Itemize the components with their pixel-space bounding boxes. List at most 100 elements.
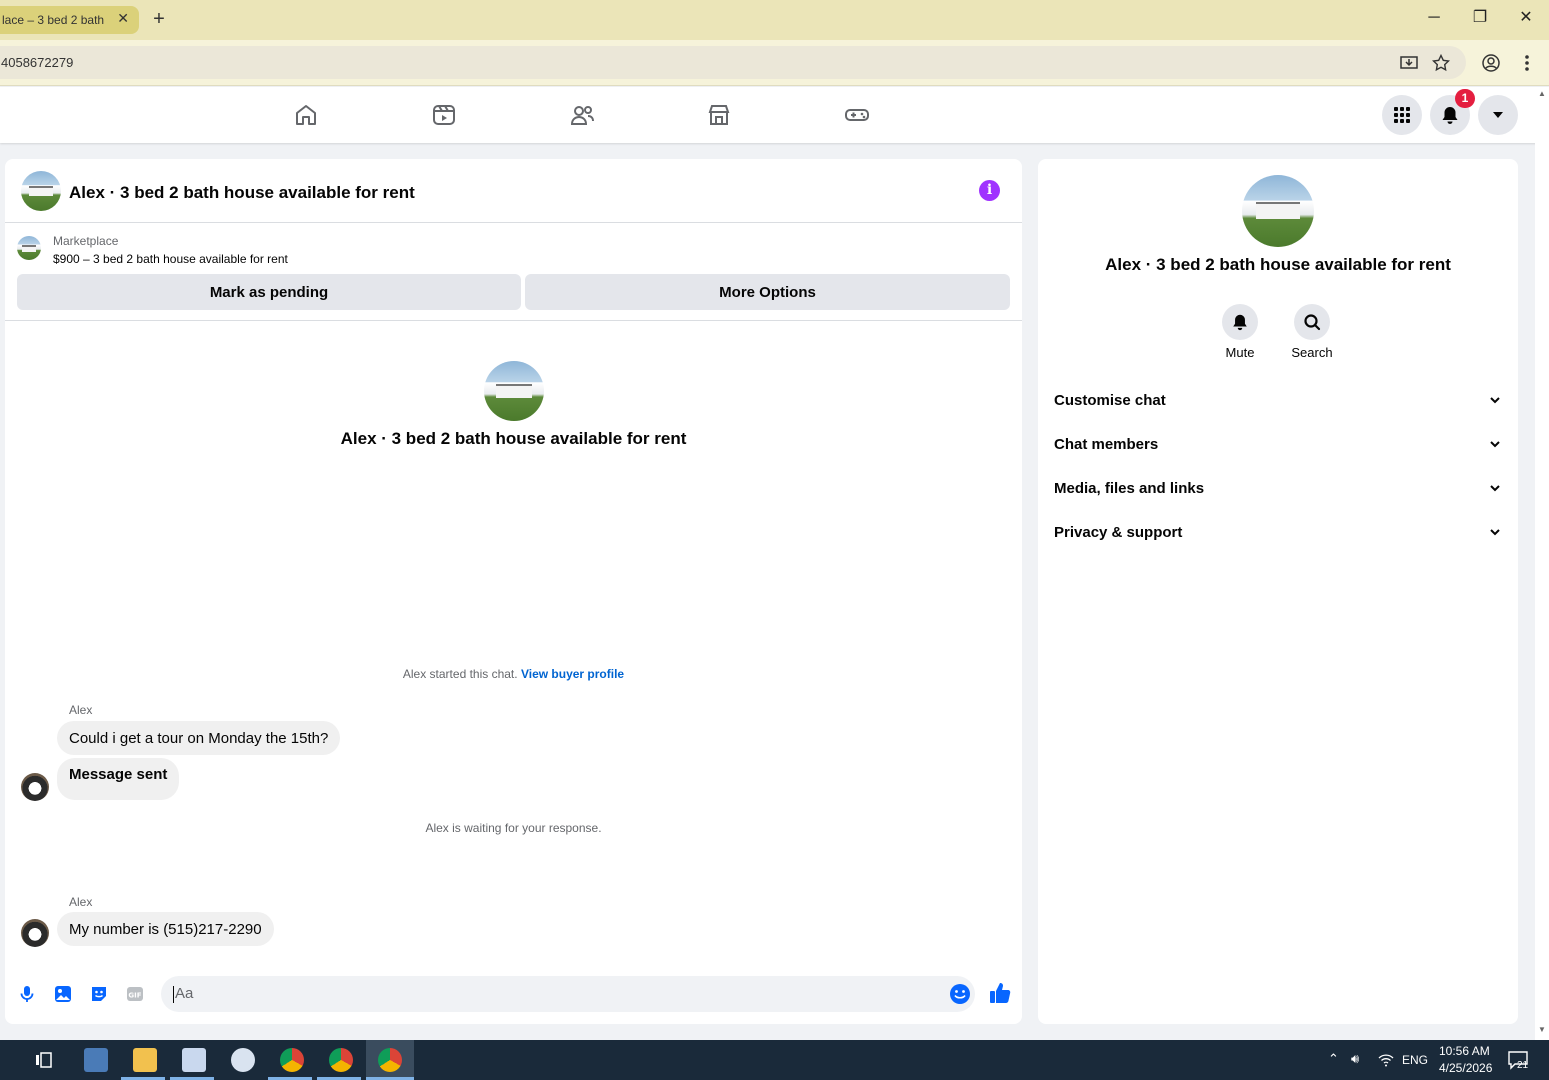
url-text: 4058672279 xyxy=(1,55,74,70)
message-sender: Alex xyxy=(69,703,93,717)
chat-panel: Alex · 3 bed 2 bath house available for … xyxy=(5,159,1022,1024)
message-input-placeholder: Aa xyxy=(175,985,194,1002)
mute-button[interactable] xyxy=(1222,304,1258,340)
scroll-up-arrow-icon[interactable]: ▲ xyxy=(1538,89,1546,98)
privacy-support-section[interactable]: Privacy & support xyxy=(1054,520,1502,544)
info-icon[interactable]: i xyxy=(979,180,1000,201)
listing-title[interactable]: $900 – 3 bed 2 bath house available for … xyxy=(53,252,288,266)
wifi-icon[interactable] xyxy=(1378,1053,1394,1067)
grid-icon xyxy=(1394,107,1410,123)
customise-chat-section[interactable]: Customise chat xyxy=(1054,388,1502,412)
profile-icon[interactable] xyxy=(1480,52,1502,74)
marketplace-icon[interactable] xyxy=(706,102,732,128)
message-bubble[interactable]: Could i get a tour on Monday the 15th? xyxy=(57,721,341,755)
section-label: Privacy & support xyxy=(1054,523,1183,541)
photo-icon[interactable] xyxy=(53,984,73,1004)
chevron-down-icon xyxy=(1490,484,1500,491)
show-hidden-icons-icon[interactable]: ⌃ xyxy=(1328,1051,1339,1067)
text-caret xyxy=(173,985,174,1003)
mute-label: Mute xyxy=(1225,345,1255,360)
divider xyxy=(5,320,1022,321)
language-indicator[interactable]: ENG xyxy=(1402,1053,1428,1067)
notepad-icon[interactable] xyxy=(182,1048,206,1072)
windows-taskbar: ⌃ 🔊︎ ENG 10:56 AM 4/25/2026 21 xyxy=(0,1040,1549,1080)
browser-tab-strip: lace – 3 bed 2 bath ✕ + ─ ❐ ✕ xyxy=(0,0,1549,40)
sticker-icon[interactable] xyxy=(89,984,109,1004)
chevron-down-icon xyxy=(1490,440,1500,447)
scroll-down-arrow-icon[interactable]: ▼ xyxy=(1538,1025,1546,1034)
conversation-name: Alex · 3 bed 2 bath house available for … xyxy=(340,429,687,448)
chat-info-panel: Alex · 3 bed 2 bath house available for … xyxy=(1038,159,1518,1024)
message-sent-bubble[interactable]: Message sent xyxy=(57,758,180,800)
apps-menu-button[interactable] xyxy=(1382,95,1422,135)
facebook-top-nav xyxy=(0,87,1549,143)
chat-members-section[interactable]: Chat members xyxy=(1054,432,1502,456)
home-icon[interactable] xyxy=(293,102,319,128)
marketplace-label: Marketplace xyxy=(53,234,119,248)
maximize-button[interactable]: ❐ xyxy=(1470,8,1490,28)
chevron-down-icon xyxy=(1490,528,1500,535)
page-scrollbar[interactable]: ▲ ▼ xyxy=(1535,87,1549,1040)
media-files-links-section[interactable]: Media, files and links xyxy=(1054,476,1502,500)
notification-badge: 1 xyxy=(1455,89,1475,108)
file-explorer-icon[interactable] xyxy=(133,1048,157,1072)
section-label: Media, files and links xyxy=(1054,479,1205,497)
account-menu-button[interactable] xyxy=(1478,95,1518,135)
chat-avatar[interactable] xyxy=(21,171,61,211)
video-icon[interactable] xyxy=(431,102,457,128)
tab-title: lace – 3 bed 2 bath xyxy=(2,13,105,27)
mark-as-pending-button[interactable]: Mark as pending xyxy=(17,274,521,310)
task-view-icon[interactable] xyxy=(34,1050,54,1070)
sender-avatar[interactable] xyxy=(21,919,49,947)
waiting-notice: Alex is waiting for your response. xyxy=(425,821,602,835)
chrome-profile-m-icon[interactable] xyxy=(329,1048,353,1072)
browser-menu-icon[interactable] xyxy=(1516,52,1538,74)
clock-date[interactable]: 4/25/2026 xyxy=(1439,1061,1492,1075)
chat-title[interactable]: Alex · 3 bed 2 bath house available for … xyxy=(69,183,415,203)
friends-icon[interactable] xyxy=(569,102,595,128)
microphone-icon[interactable] xyxy=(17,984,37,1004)
new-tab-button[interactable]: + xyxy=(150,9,168,29)
tab-close-icon[interactable]: ✕ xyxy=(117,10,129,27)
bookmark-star-icon[interactable] xyxy=(1430,52,1452,74)
install-app-icon[interactable] xyxy=(1398,52,1420,74)
chat-header: Alex · 3 bed 2 bath house available for … xyxy=(5,159,1022,223)
chat-started-notice: Alex started this chat. View buyer profi… xyxy=(5,667,1022,681)
chevron-down-icon xyxy=(1490,396,1500,403)
message-bubble[interactable]: My number is (515)217-2290 xyxy=(57,912,274,946)
caret-down-icon xyxy=(1493,112,1503,118)
listing-thumbnail[interactable] xyxy=(17,236,41,260)
minimize-button[interactable]: ─ xyxy=(1424,8,1444,28)
search-button[interactable] xyxy=(1294,304,1330,340)
sender-avatar[interactable] xyxy=(21,773,49,801)
close-window-button[interactable]: ✕ xyxy=(1516,8,1536,28)
address-bar[interactable]: 4058672279 xyxy=(0,46,1466,79)
control-panel-icon[interactable] xyxy=(84,1048,108,1072)
more-options-button[interactable]: More Options xyxy=(525,274,1010,310)
emoji-icon[interactable] xyxy=(949,983,971,1005)
thumbs-up-icon[interactable] xyxy=(988,981,1012,1005)
chrome-icon[interactable] xyxy=(280,1048,304,1072)
svg-text:GIF: GIF xyxy=(128,992,141,1000)
chat-started-text: Alex started this chat. xyxy=(402,667,518,681)
gif-icon[interactable]: GIF xyxy=(125,984,145,1004)
address-bar-row: 4058672279 xyxy=(0,40,1549,86)
section-label: Chat members xyxy=(1054,435,1159,453)
info-name: Alex · 3 bed 2 bath house available for … xyxy=(1105,255,1451,274)
view-buyer-profile-link[interactable]: View buyer profile xyxy=(521,667,624,681)
clock-time[interactable]: 10:56 AM xyxy=(1439,1044,1490,1058)
search-icon xyxy=(1304,314,1321,331)
chrome-active-icon[interactable] xyxy=(378,1048,402,1072)
gaming-icon[interactable] xyxy=(844,102,870,128)
conversation-avatar xyxy=(484,361,544,421)
bell-icon xyxy=(1442,107,1458,124)
snipping-tool-icon[interactable] xyxy=(231,1048,255,1072)
info-avatar xyxy=(1242,175,1314,247)
section-label: Customise chat xyxy=(1054,391,1166,409)
notification-count: 21 xyxy=(1517,1060,1529,1071)
volume-icon[interactable]: 🔊︎ xyxy=(1351,1051,1359,1067)
message-input[interactable]: Aa xyxy=(161,976,975,1012)
bell-icon xyxy=(1233,314,1247,331)
message-sender: Alex xyxy=(69,895,93,909)
browser-tab[interactable]: lace – 3 bed 2 bath ✕ xyxy=(0,6,139,34)
